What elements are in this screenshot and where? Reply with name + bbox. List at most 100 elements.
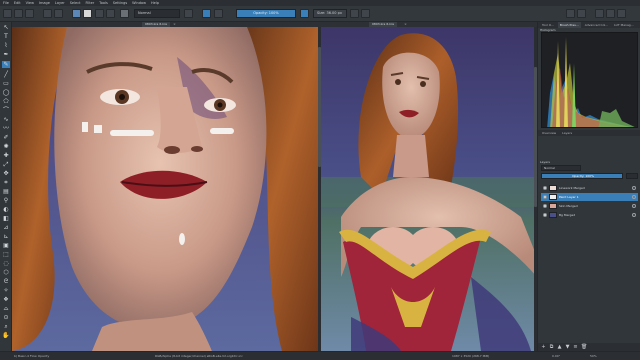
elliptical-selection-tool-icon[interactable]: ◌ [2, 260, 10, 267]
layer-opacity-slider[interactable]: Opacity: 100% [541, 173, 623, 179]
background-color-swatch[interactable] [83, 9, 92, 18]
smart-patch-tool-icon[interactable]: ✚ [2, 152, 10, 159]
magnetic-selection-tool-icon[interactable]: ⊙ [2, 314, 10, 321]
brush-presets-button[interactable] [606, 9, 615, 18]
mirror-vertical-button[interactable] [361, 9, 370, 18]
menu-window[interactable]: Window [132, 1, 146, 5]
rectangular-selection-tool-icon[interactable]: ⬚ [2, 251, 10, 258]
menu-help[interactable]: Help [151, 1, 159, 5]
rectangle-tool-icon[interactable]: ▭ [2, 80, 10, 87]
ellipse-tool-icon[interactable]: ◯ [2, 89, 10, 96]
canvas-only-button[interactable] [577, 9, 586, 18]
eye-icon[interactable] [543, 204, 547, 208]
canvas-view-right[interactable]: 0803.kra 6.kra × [321, 22, 537, 351]
workspace-button[interactable] [566, 9, 575, 18]
text-tool-icon[interactable]: T [2, 33, 10, 40]
move-tool-icon[interactable]: ✥ [2, 170, 10, 177]
preserve-alpha-button[interactable] [202, 9, 211, 18]
opacity-slider-label[interactable]: Opacity: 100% [236, 9, 296, 18]
add-layer-icon[interactable]: + [541, 344, 546, 350]
tab-advanced-color[interactable]: Advanced Col... [583, 22, 610, 28]
undo-button[interactable] [43, 9, 52, 18]
move-layer-down-icon[interactable]: ▼ [565, 344, 570, 350]
gradient-button[interactable] [95, 9, 104, 18]
calligraphy-tool-icon[interactable]: ✒ [2, 51, 10, 58]
polygonal-selection-tool-icon[interactable]: ⬡ [2, 269, 10, 276]
bezier-tool-icon[interactable]: ∿ [2, 116, 10, 123]
menu-settings[interactable]: Settings [113, 1, 127, 5]
layer-row[interactable]: Linework Merged [541, 184, 638, 192]
contiguous-selection-tool-icon[interactable]: ✧ [2, 287, 10, 294]
pattern-button[interactable] [106, 9, 115, 18]
alpha-lock-icon[interactable] [632, 204, 636, 208]
freehand-path-tool-icon[interactable]: 〰 [2, 125, 10, 132]
transform-tool-icon[interactable]: ⤢ [2, 161, 10, 168]
brush-editor-button[interactable] [595, 9, 604, 18]
new-document-button[interactable] [3, 9, 12, 18]
measure-tool-icon[interactable]: ⊾ [2, 233, 10, 240]
line-tool-icon[interactable]: ╱ [2, 71, 10, 78]
wrap-mode-button[interactable] [214, 9, 223, 18]
redo-button[interactable] [54, 9, 63, 18]
colorize-mask-tool-icon[interactable]: ◐ [2, 206, 10, 213]
layer-row[interactable]: Bg Merged [541, 211, 638, 219]
layer-row[interactable]: Paint Layer 1 [541, 193, 638, 201]
canvas-view-left[interactable]: 0803.kra 6.kra × [12, 22, 321, 351]
delete-layer-icon[interactable]: 🗑 [581, 344, 587, 350]
open-document-button[interactable] [14, 9, 23, 18]
tab-overview[interactable]: Overview [540, 130, 558, 136]
flow-lock-icon[interactable] [300, 9, 309, 18]
layers-panel: Layers Normal Opacity: 100% Linework Mer… [538, 160, 640, 351]
menu-edit[interactable]: Edit [14, 1, 21, 5]
polyline-tool-icon[interactable]: ⌒ [2, 107, 10, 114]
duplicate-layer-icon[interactable]: ⧉ [549, 344, 554, 350]
menu-view[interactable]: View [26, 1, 34, 5]
menu-file[interactable]: File [3, 1, 9, 5]
erase-mode-button[interactable] [184, 9, 193, 18]
foreground-color-swatch[interactable] [72, 9, 81, 18]
freehand-selection-tool-icon[interactable]: ᘓ [2, 278, 10, 285]
freehand-brush-tool-icon[interactable]: ✎ [2, 61, 10, 68]
menu-layer[interactable]: Layer [55, 1, 65, 5]
eye-icon[interactable] [543, 213, 547, 217]
layer-row[interactable]: Skin Merged [541, 202, 638, 210]
tab-lut-manager[interactable]: LUT Manag... [612, 22, 635, 28]
tab-layers[interactable]: Layers [560, 130, 574, 136]
dynamic-brush-tool-icon[interactable]: ✐ [2, 134, 10, 141]
polygon-tool-icon[interactable]: ⬠ [2, 98, 10, 105]
color-picker-tool-icon[interactable]: ⚲ [2, 197, 10, 204]
save-document-button[interactable] [25, 9, 34, 18]
select-shapes-tool-icon[interactable]: ↖ [2, 24, 10, 31]
crop-tool-icon[interactable]: ⌗ [2, 179, 10, 186]
eye-icon[interactable] [543, 186, 547, 190]
brush-preset-icon[interactable] [120, 9, 129, 18]
move-layer-up-icon[interactable]: ▲ [557, 344, 562, 350]
assistant-tool-icon[interactable]: ⊿ [2, 224, 10, 231]
status-zoom[interactable]: 50% [590, 354, 597, 358]
eye-icon[interactable] [543, 195, 547, 199]
menu-filter[interactable]: Filter [86, 1, 95, 5]
tab-brush-presets[interactable]: Brush Pres... [557, 22, 581, 28]
menu-image[interactable]: Image [39, 1, 50, 5]
window-menu-button[interactable] [617, 9, 626, 18]
zoom-tool-icon[interactable]: ⌕ [2, 323, 10, 330]
menu-select[interactable]: Select [70, 1, 81, 5]
alpha-lock-icon[interactable] [632, 213, 636, 217]
edit-shapes-tool-icon[interactable]: ⌇ [2, 42, 10, 49]
fill-tool-icon[interactable]: ◧ [2, 215, 10, 222]
multibrush-tool-icon[interactable]: ✺ [2, 143, 10, 150]
bezier-selection-tool-icon[interactable]: ⌓ [2, 305, 10, 312]
pan-tool-icon[interactable]: ✋ [2, 332, 10, 339]
reference-images-tool-icon[interactable]: ▣ [2, 242, 10, 249]
mirror-horizontal-button[interactable] [350, 9, 359, 18]
layer-properties-icon[interactable]: ≡ [573, 344, 578, 350]
menu-tools[interactable]: Tools [99, 1, 108, 5]
gradient-tool-icon[interactable]: ▤ [2, 188, 10, 195]
alpha-lock-icon[interactable] [632, 186, 636, 190]
brush-size-slider[interactable]: Size: 36.00 px [313, 9, 347, 18]
layer-blend-mode-select[interactable]: Normal [541, 165, 581, 171]
similar-color-selection-tool-icon[interactable]: ❖ [2, 296, 10, 303]
alpha-lock-icon[interactable] [632, 195, 636, 199]
blend-mode-select[interactable]: Normal [134, 9, 180, 18]
layer-filter-button[interactable] [626, 173, 638, 179]
